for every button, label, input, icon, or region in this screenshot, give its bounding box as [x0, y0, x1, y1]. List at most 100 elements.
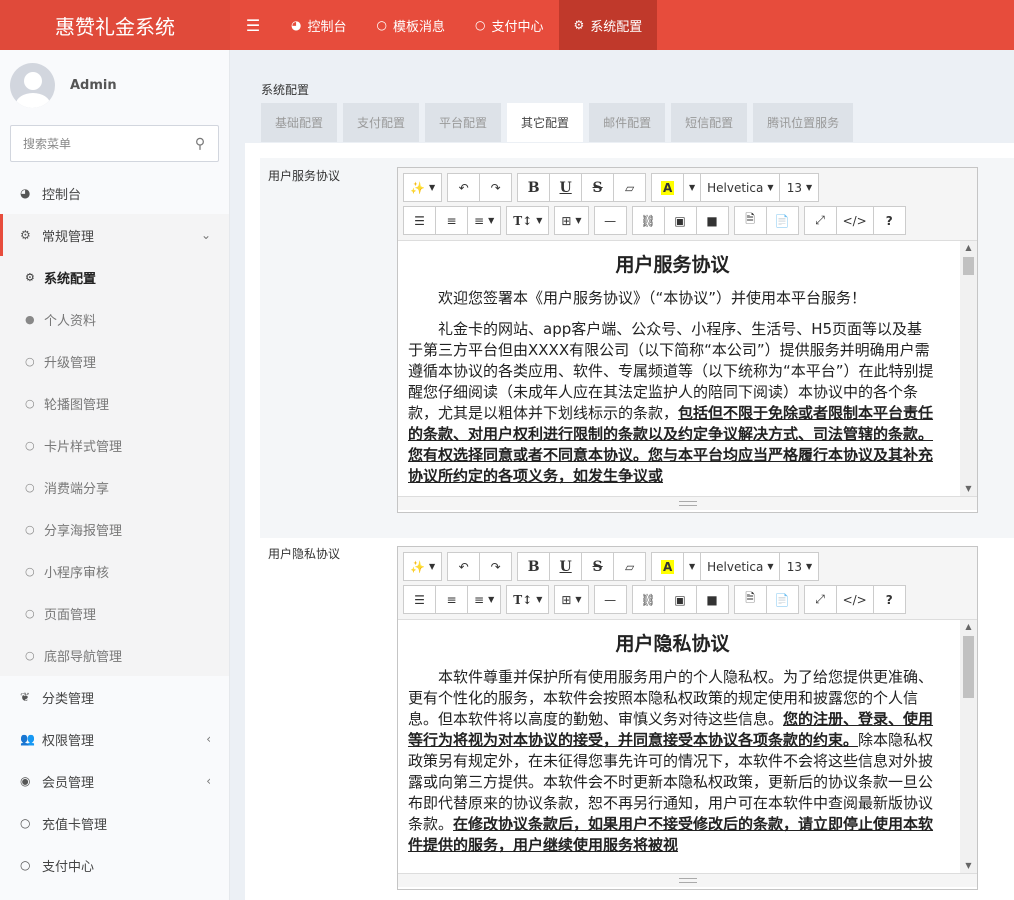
scrollbar-thumb[interactable]: [963, 257, 974, 275]
caret-down-icon: ▼: [689, 562, 696, 571]
scroll-down-icon[interactable]: ▼: [960, 859, 977, 873]
highlight-color-button[interactable]: A: [651, 173, 685, 202]
sidebar-item-consumer-share[interactable]: ○ 消费端分享: [0, 466, 229, 508]
tab-sms[interactable]: 短信配置: [671, 103, 748, 142]
app-logo[interactable]: 惠赞礼金系统: [0, 0, 230, 50]
font-size-select[interactable]: 13 ▼: [779, 173, 820, 202]
image-button[interactable]: ▣: [663, 585, 697, 614]
sidebar-item-dashboard[interactable]: ◕ 控制台: [0, 172, 229, 214]
horizontal-rule-button[interactable]: —: [593, 585, 627, 614]
redo-button[interactable]: ↷: [479, 552, 513, 581]
fullscreen-button[interactable]: ⤢: [803, 206, 837, 235]
paragraph-button[interactable]: ≡ ▼: [467, 206, 502, 235]
color-dropdown-button[interactable]: ▼: [683, 173, 702, 202]
font-family-select[interactable]: Helvetica ▼: [700, 173, 781, 202]
bold-button[interactable]: B: [517, 552, 551, 581]
eraser-button[interactable]: ▱: [613, 173, 647, 202]
image-button[interactable]: ▣: [663, 206, 697, 235]
scrollbar-thumb[interactable]: [963, 636, 974, 698]
link-button[interactable]: ⛓: [631, 585, 665, 614]
undo-button[interactable]: ↶: [447, 552, 481, 581]
topnav-dashboard[interactable]: ◕ 控制台: [276, 0, 362, 50]
link-button[interactable]: ⛓: [631, 206, 665, 235]
underline-button[interactable]: U: [549, 173, 583, 202]
sidebar-item-miniprogram-review[interactable]: ○ 小程序审核: [0, 550, 229, 592]
sidebar-item-carousel[interactable]: ○ 轮播图管理: [0, 382, 229, 424]
sidebar-item-upgrade[interactable]: ○ 升级管理: [0, 340, 229, 382]
tab-payment[interactable]: 支付配置: [343, 103, 420, 142]
sidebar-item-category[interactable]: ❦ 分类管理: [0, 676, 229, 718]
video-button[interactable]: ■: [695, 585, 729, 614]
undo-button[interactable]: ↶: [447, 173, 481, 202]
color-dropdown-button[interactable]: ▼: [683, 552, 702, 581]
sidebar-item-share-poster[interactable]: ○ 分享海报管理: [0, 508, 229, 550]
sidebar-item-profile[interactable]: ● 个人资料: [0, 298, 229, 340]
topnav-template-message[interactable]: ○ 模板消息: [362, 0, 461, 50]
editor-content[interactable]: 用户隐私协议 本软件尊重并保护所有使用服务用户的个人隐私权。为了给您提供更准确、…: [398, 620, 977, 873]
editor-scrollbar[interactable]: ▲ ▼: [960, 620, 977, 873]
horizontal-rule-button[interactable]: —: [593, 206, 627, 235]
tab-email[interactable]: 邮件配置: [589, 103, 666, 142]
avatar[interactable]: [10, 62, 55, 108]
editor-content[interactable]: 用户服务协议 欢迎您签署本《用户服务协议》（“本协议”）并使用本平台服务！ 礼金…: [398, 241, 977, 496]
strikethrough-button[interactable]: S: [581, 552, 615, 581]
upload-image-button[interactable]: 🗎: [733, 585, 767, 614]
tab-platform[interactable]: 平台配置: [425, 103, 502, 142]
tab-tencent-location[interactable]: 腾讯位置服务: [753, 103, 854, 142]
unordered-list-button[interactable]: ☰: [403, 206, 436, 235]
help-button[interactable]: ?: [872, 585, 906, 614]
search-button[interactable]: ⚲: [182, 136, 218, 152]
scroll-up-icon[interactable]: ▲: [960, 620, 977, 634]
sidebar-item-card-style[interactable]: ○ 卡片样式管理: [0, 424, 229, 466]
bold-button[interactable]: B: [517, 173, 551, 202]
code-view-button[interactable]: </>: [835, 585, 874, 614]
scroll-up-icon[interactable]: ▲: [960, 241, 977, 255]
redo-button[interactable]: ↷: [479, 173, 513, 202]
sidebar-item-general[interactable]: ⚙ 常规管理 ⌄: [0, 214, 229, 256]
unordered-list-button[interactable]: ☰: [403, 585, 436, 614]
upload-file-button[interactable]: 📄: [765, 585, 799, 614]
link-icon: ⛓: [640, 213, 656, 228]
ordered-list-button[interactable]: ≡: [435, 585, 468, 614]
table-button[interactable]: ⊞ ▼: [554, 206, 589, 235]
gear-icon: ⚙: [25, 270, 35, 284]
font-size-select[interactable]: 13 ▼: [779, 552, 820, 581]
search-icon: ⚲: [194, 135, 206, 152]
topnav-payment-center[interactable]: ○ 支付中心: [460, 0, 559, 50]
editor-resize-handle[interactable]: [398, 496, 977, 510]
sidebar-item-payment-center[interactable]: ○ 支付中心: [0, 844, 229, 886]
table-button[interactable]: ⊞ ▼: [554, 585, 589, 614]
line-height-button[interactable]: T↕ ▼: [506, 585, 550, 614]
editor-scrollbar[interactable]: ▲ ▼: [960, 241, 977, 496]
upload-file-button[interactable]: 📄: [765, 206, 799, 235]
strikethrough-button[interactable]: S: [581, 173, 615, 202]
editor-resize-handle[interactable]: [398, 873, 977, 887]
font-family-select[interactable]: Helvetica ▼: [700, 552, 781, 581]
sidebar-item-recharge-card[interactable]: ○ 充值卡管理: [0, 802, 229, 844]
sidebar-item-bottom-nav[interactable]: ○ 底部导航管理: [0, 634, 229, 676]
sidebar-item-members[interactable]: ◉ 会员管理 ‹: [0, 760, 229, 802]
help-button[interactable]: ?: [872, 206, 906, 235]
topnav-system-config[interactable]: ⚙ 系统配置: [558, 0, 658, 50]
doc-paragraph: 欢迎您签署本《用户服务协议》（“本协议”）并使用本平台服务！: [438, 289, 867, 307]
highlight-color-button[interactable]: A: [651, 552, 685, 581]
video-button[interactable]: ■: [695, 206, 729, 235]
ordered-list-button[interactable]: ≡: [435, 206, 468, 235]
fullscreen-button[interactable]: ⤢: [803, 585, 837, 614]
paragraph-button[interactable]: ≡ ▼: [467, 585, 502, 614]
code-view-button[interactable]: </>: [835, 206, 874, 235]
sidebar-toggle-button[interactable]: ☰: [230, 0, 276, 50]
tab-other[interactable]: 其它配置: [507, 103, 584, 142]
underline-button[interactable]: U: [549, 552, 583, 581]
sidebar-item-pages[interactable]: ○ 页面管理: [0, 592, 229, 634]
tab-basic[interactable]: 基础配置: [261, 103, 338, 142]
scroll-down-icon[interactable]: ▼: [960, 482, 977, 496]
sidebar-item-permissions[interactable]: 👥 权限管理 ‹: [0, 718, 229, 760]
search-input[interactable]: [11, 136, 182, 151]
sidebar-item-system-config[interactable]: ⚙ 系统配置: [0, 256, 229, 298]
line-height-button[interactable]: T↕ ▼: [506, 206, 550, 235]
eraser-button[interactable]: ▱: [613, 552, 647, 581]
upload-image-button[interactable]: 🗎: [733, 206, 767, 235]
style-button[interactable]: ✨ ▼: [403, 173, 443, 202]
style-button[interactable]: ✨ ▼: [403, 552, 443, 581]
